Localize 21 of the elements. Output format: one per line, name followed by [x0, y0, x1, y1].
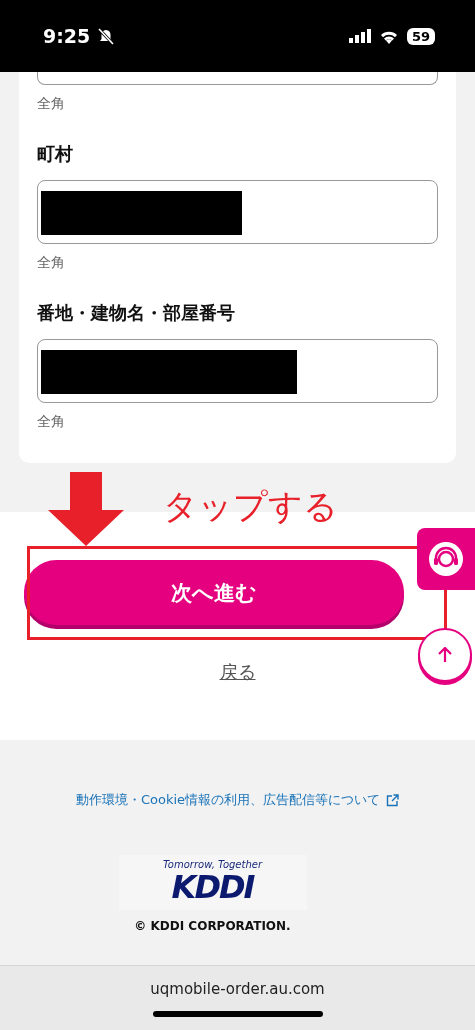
- battery-level: 59: [406, 27, 435, 45]
- external-link-icon: [386, 793, 400, 807]
- field-label: 町村: [37, 142, 74, 166]
- company-logo: Tomorrow, Together KDDI: [118, 855, 307, 910]
- field-hint: 全角: [37, 94, 66, 113]
- address-bar[interactable]: uqmobile-order.au.com: [150, 980, 325, 998]
- back-link[interactable]: 戻る: [219, 661, 256, 683]
- field-label: 番地・建物名・部屋番号: [37, 301, 236, 325]
- signal-icon: [348, 29, 371, 43]
- policy-link[interactable]: 動作環境・Cookie情報の利用、広告配信等について: [75, 790, 400, 810]
- copyright-text: © KDDI CORPORATION.: [134, 919, 291, 933]
- field-hint: 全角: [37, 253, 66, 272]
- clock-time: 9:25: [43, 25, 91, 47]
- headset-icon: [428, 541, 464, 577]
- text-field[interactable]: [37, 180, 438, 244]
- text-field[interactable]: [37, 72, 438, 85]
- text-field[interactable]: [37, 339, 438, 403]
- annotation-text: タップする: [163, 485, 338, 528]
- field-hint: 全角: [37, 412, 66, 431]
- support-button[interactable]: [417, 528, 475, 590]
- up-arrow-icon: [438, 647, 452, 663]
